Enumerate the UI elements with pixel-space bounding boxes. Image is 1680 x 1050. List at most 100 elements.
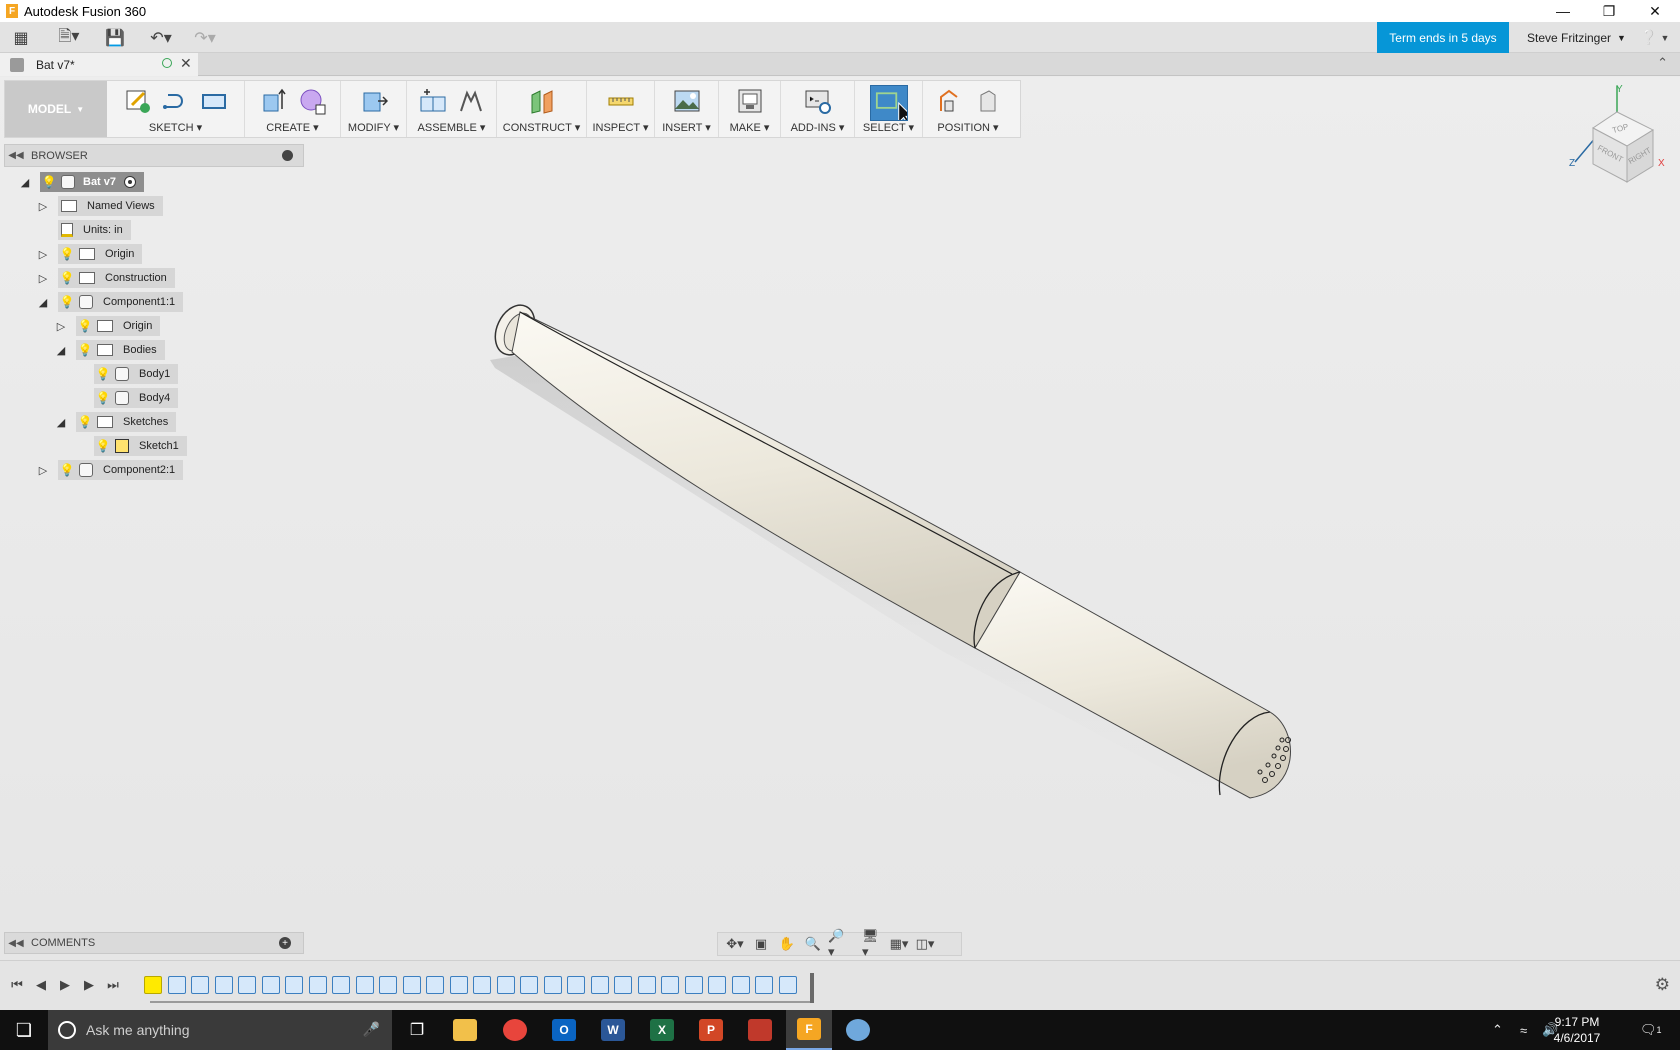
- taskbar-word[interactable]: W: [590, 1010, 636, 1050]
- visibility-bulb-icon[interactable]: 💡: [78, 343, 93, 357]
- timeline-feature[interactable]: [167, 976, 186, 994]
- document-tab[interactable]: Bat v7* ✕: [0, 53, 198, 76]
- tree-item-construction[interactable]: ▷ 💡 Construction: [36, 268, 175, 288]
- taskbar-autodesk[interactable]: [737, 1010, 783, 1050]
- taskbar-outlook[interactable]: O: [541, 1010, 587, 1050]
- taskbar-excel[interactable]: X: [639, 1010, 685, 1050]
- tree-item-named-views[interactable]: ▷ Named Views: [36, 196, 163, 216]
- tree-item-units[interactable]: Units: in: [58, 220, 131, 240]
- expanded-triangle-icon[interactable]: ◢: [36, 295, 50, 309]
- visibility-bulb-icon[interactable]: 💡: [60, 463, 75, 477]
- timeline-feature[interactable]: [778, 976, 797, 994]
- comments-panel-header[interactable]: ◀◀ COMMENTS +: [4, 932, 304, 954]
- timeline-feature[interactable]: [449, 976, 468, 994]
- timeline-feature[interactable]: [590, 976, 609, 994]
- timeline-feature[interactable]: [355, 976, 374, 994]
- collapse-panel-icon[interactable]: ◀◀: [5, 150, 27, 161]
- expanded-triangle-icon[interactable]: ◢: [18, 175, 32, 189]
- microphone-icon[interactable]: 🎤: [363, 1021, 380, 1038]
- timeline-feature[interactable]: [567, 976, 585, 994]
- inspect-group[interactable]: INSPECT ▾: [587, 81, 655, 137]
- modify-group[interactable]: MODIFY ▾: [341, 81, 407, 137]
- timeline-settings-gear-icon[interactable]: ⚙: [1655, 975, 1670, 995]
- timeline-feature[interactable]: [261, 976, 280, 994]
- visibility-bulb-icon[interactable]: 💡: [96, 439, 111, 453]
- assemble-group[interactable]: ASSEMBLE ▾: [407, 81, 497, 137]
- undo-icon[interactable]: ↶▾: [144, 28, 178, 48]
- select-group[interactable]: SELECT ▾: [855, 81, 923, 137]
- data-panel-grid-icon[interactable]: ▦: [10, 28, 32, 48]
- visibility-bulb-icon[interactable]: 💡: [78, 415, 93, 429]
- minimize-icon[interactable]: —: [1540, 0, 1586, 22]
- timeline-feature[interactable]: [543, 976, 562, 994]
- show-hidden-icons-icon[interactable]: ⌃: [1492, 1010, 1503, 1050]
- collapsed-triangle-icon[interactable]: ▷: [54, 319, 68, 333]
- timeline-marker[interactable]: [810, 973, 814, 1003]
- visibility-bulb-icon[interactable]: 💡: [60, 271, 75, 285]
- collapsed-triangle-icon[interactable]: ▷: [36, 463, 50, 477]
- tree-item-sketch1[interactable]: 💡 Sketch1: [94, 436, 187, 456]
- tree-root[interactable]: ◢ 💡 Bat v7: [18, 172, 145, 192]
- play-icon[interactable]: ▶: [56, 976, 74, 994]
- expanded-triangle-icon[interactable]: ◢: [54, 343, 68, 357]
- save-icon[interactable]: 💾: [104, 28, 126, 48]
- cortana-search-box[interactable]: Ask me anything 🎤: [48, 1010, 392, 1050]
- timeline-feature[interactable]: [661, 976, 679, 994]
- taskbar-chrome[interactable]: [492, 1010, 538, 1050]
- file-menu-icon[interactable]: 🗎▾: [54, 28, 84, 48]
- step-back-icon[interactable]: ◀: [32, 976, 50, 994]
- timeline-feature[interactable]: [285, 976, 303, 994]
- collapsed-triangle-icon[interactable]: ▷: [36, 247, 50, 261]
- activate-radio-icon[interactable]: [124, 176, 137, 188]
- taskbar-fusion-360[interactable]: F: [786, 1010, 832, 1050]
- visibility-bulb-icon[interactable]: 💡: [42, 175, 57, 189]
- sketch-group[interactable]: SKETCH ▾: [107, 81, 245, 137]
- windows-start-icon[interactable]: ❏: [0, 1010, 48, 1050]
- collapsed-triangle-icon[interactable]: ▷: [36, 199, 50, 213]
- timeline-feature[interactable]: [496, 976, 515, 994]
- look-at-icon[interactable]: ▣: [750, 935, 772, 953]
- visibility-bulb-icon[interactable]: 💡: [60, 247, 75, 261]
- network-icon[interactable]: ≈: [1520, 1010, 1527, 1050]
- timeline-feature[interactable]: [379, 976, 397, 994]
- tree-item-component1[interactable]: ◢ 💡 Component1:1: [36, 292, 184, 312]
- visibility-bulb-icon[interactable]: 💡: [96, 367, 111, 381]
- go-to-end-icon[interactable]: ⏭: [104, 976, 122, 994]
- fit-icon[interactable]: 🔎▾: [828, 928, 850, 959]
- workspace-switcher[interactable]: MODEL ▼: [5, 81, 107, 137]
- redo-icon[interactable]: ↷▾: [188, 28, 222, 48]
- timeline-feature[interactable]: [731, 976, 750, 994]
- grid-settings-icon[interactable]: ▦▾: [888, 935, 910, 953]
- tree-item-component1-origin[interactable]: ▷ 💡 Origin: [54, 316, 161, 336]
- timeline-track[interactable]: [150, 1001, 810, 1003]
- bat-model-canvas[interactable]: [0, 77, 1680, 960]
- add-ins-group[interactable]: ADD-INS ▾: [781, 81, 855, 137]
- timeline-feature[interactable]: [426, 976, 444, 994]
- tree-item-origin[interactable]: ▷ 💡 Origin: [36, 244, 143, 264]
- minimize-panel-icon[interactable]: [282, 150, 293, 161]
- tab-close-icon[interactable]: ✕: [180, 55, 192, 72]
- make-group[interactable]: MAKE ▾: [719, 81, 781, 137]
- pan-icon[interactable]: ✋: [776, 935, 798, 953]
- term-ends-banner[interactable]: Term ends in 5 days: [1377, 22, 1509, 53]
- timeline-feature[interactable]: [614, 976, 632, 994]
- insert-group[interactable]: INSERT ▾: [655, 81, 719, 137]
- timeline-feature[interactable]: [332, 976, 350, 994]
- taskbar-powerpoint[interactable]: P: [688, 1010, 734, 1050]
- collapse-toolbar-icon[interactable]: ⌃: [1657, 55, 1668, 71]
- timeline-feature[interactable]: [755, 976, 773, 994]
- system-clock[interactable]: 9:17 PM 4/6/2017: [1532, 1014, 1622, 1046]
- position-group[interactable]: POSITION ▾: [923, 81, 1013, 137]
- display-settings-icon[interactable]: 🖥▾: [862, 928, 884, 959]
- taskbar-paint[interactable]: [835, 1010, 881, 1050]
- taskbar-file-explorer[interactable]: [442, 1010, 488, 1050]
- create-group[interactable]: CREATE ▾: [245, 81, 341, 137]
- help-icon[interactable]: ❔ ▼: [1640, 22, 1669, 53]
- tree-item-sketches[interactable]: ◢ 💡 Sketches: [54, 412, 177, 432]
- timeline-feature[interactable]: [473, 976, 491, 994]
- viewports-icon[interactable]: ◫▾: [914, 935, 936, 953]
- visibility-bulb-icon[interactable]: 💡: [96, 391, 111, 405]
- task-view-icon[interactable]: ❐: [394, 1010, 440, 1050]
- tree-item-bodies[interactable]: ◢ 💡 Bodies: [54, 340, 165, 360]
- tree-item-component2[interactable]: ▷ 💡 Component2:1: [36, 460, 184, 480]
